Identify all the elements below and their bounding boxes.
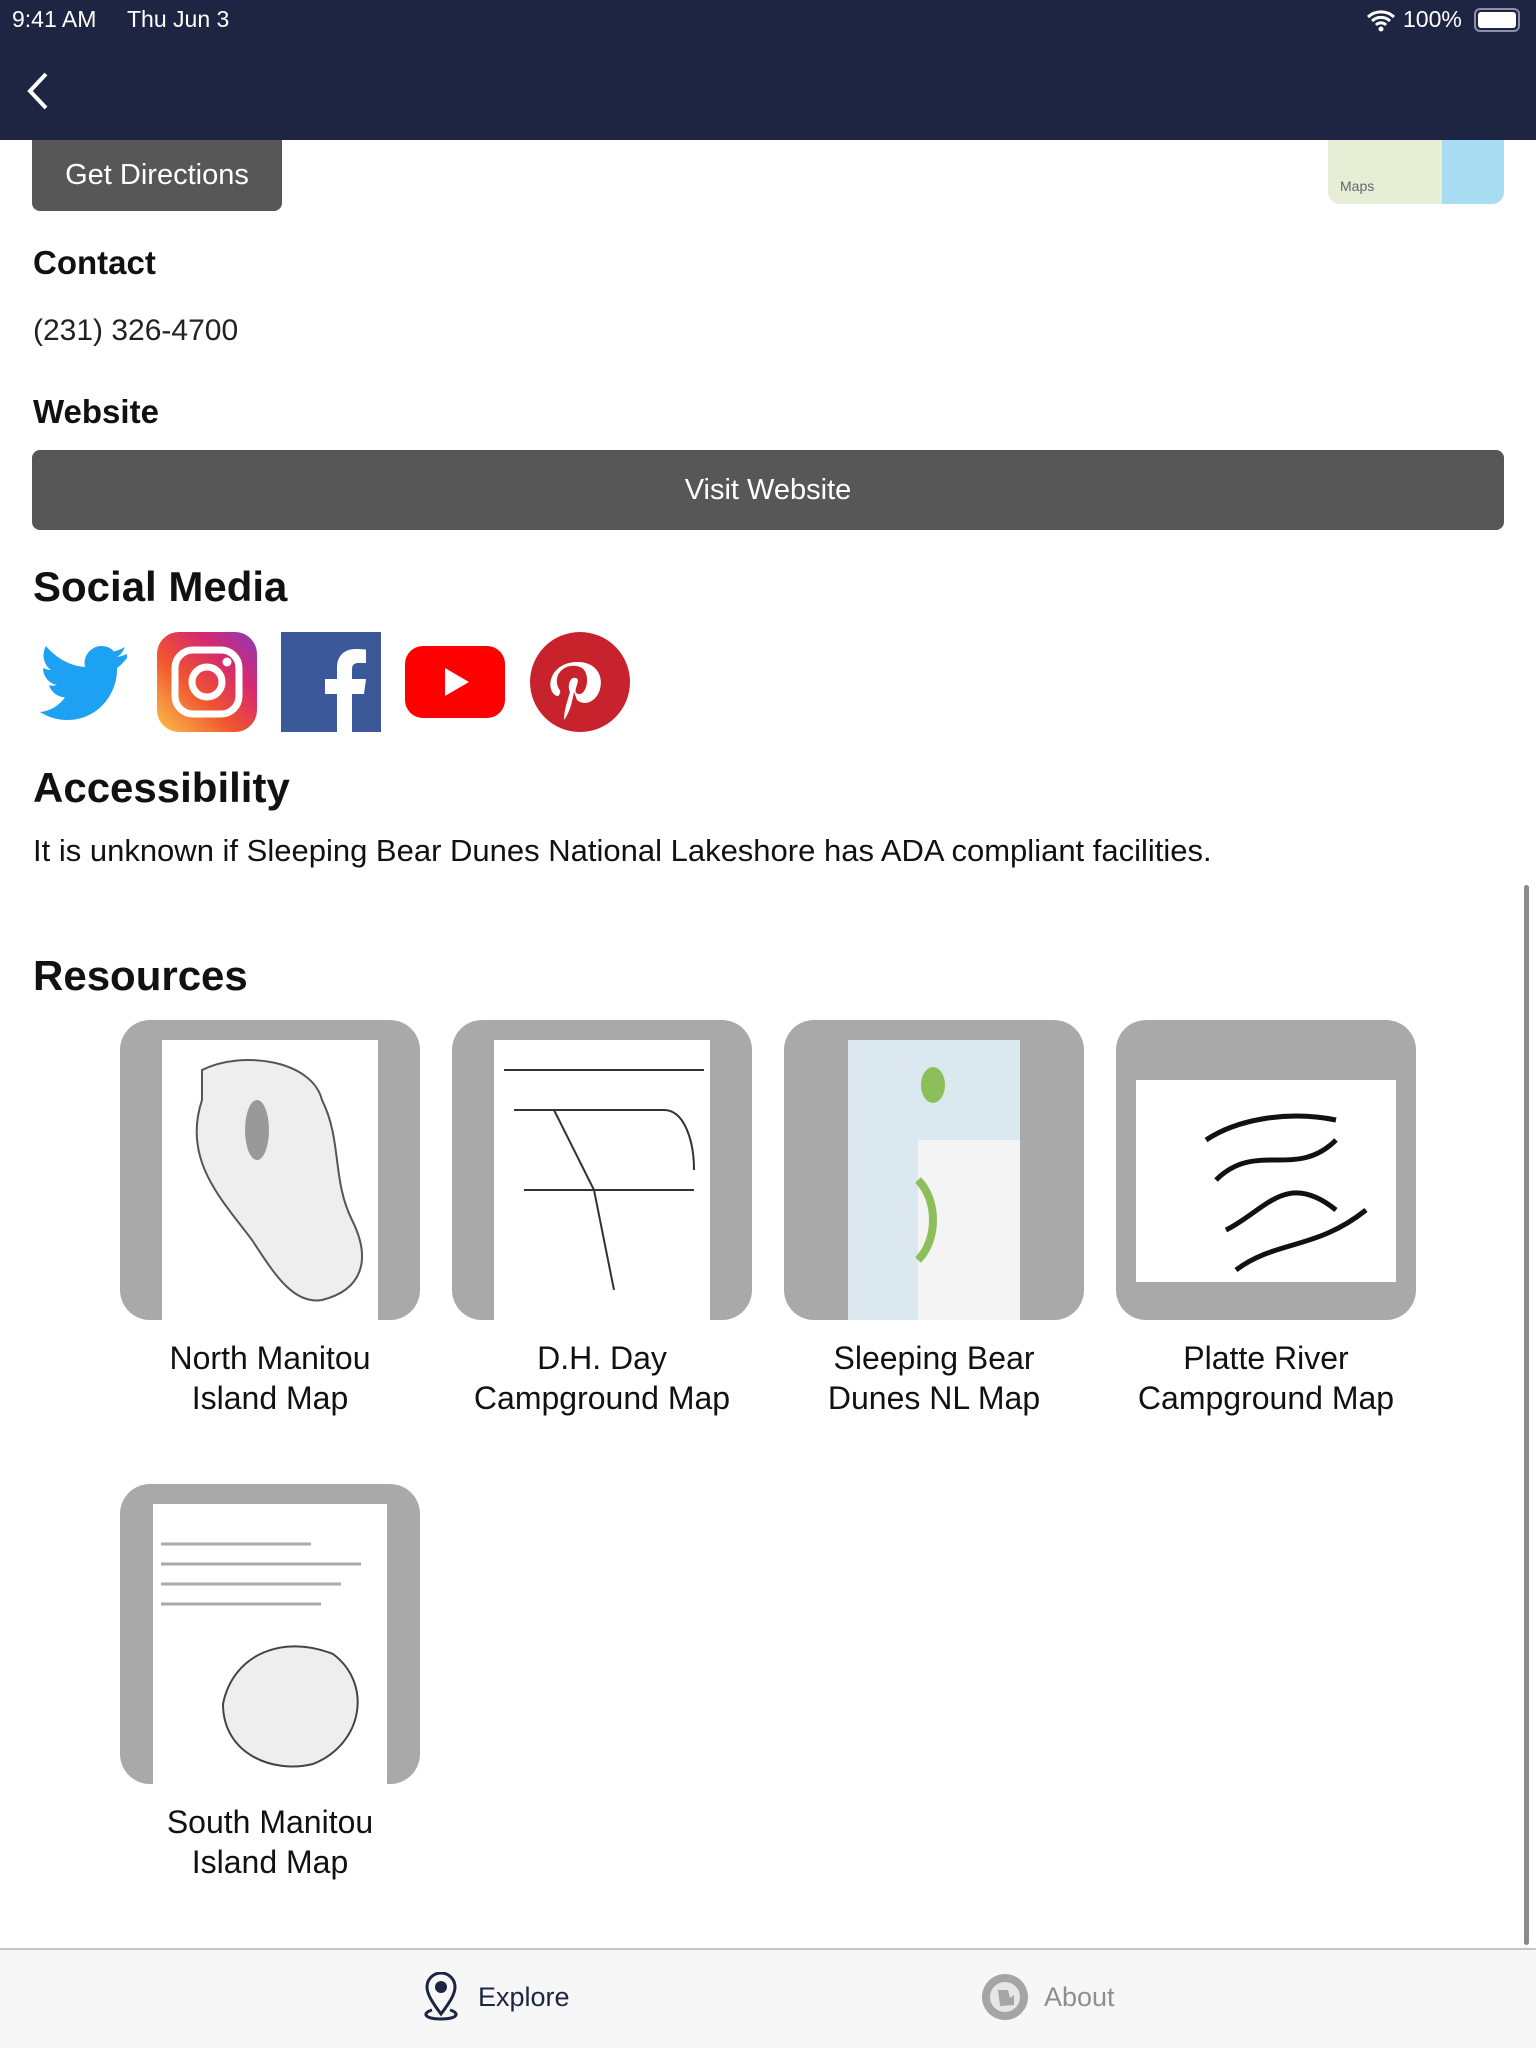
get-directions-button[interactable]: Get Directions xyxy=(32,140,282,211)
map-thumbnail xyxy=(162,1040,378,1320)
accessibility-text: It is unknown if Sleeping Bear Dunes Nat… xyxy=(33,833,1212,868)
resource-card-sleeping-bear[interactable] xyxy=(784,1020,1084,1320)
twitter-icon[interactable] xyxy=(32,632,132,732)
phone-link[interactable]: (231) 326-4700 xyxy=(33,314,238,348)
map-attribution: Maps xyxy=(1340,178,1375,194)
map-pin-icon xyxy=(424,1972,458,2021)
resource-card-north-manitou[interactable] xyxy=(120,1020,420,1320)
map-thumbnail xyxy=(848,1040,1020,1320)
battery-icon xyxy=(1474,8,1520,32)
resource-label[interactable]: North Manitou Island Map xyxy=(104,1338,436,1418)
social-media-heading: Social Media xyxy=(33,563,288,610)
facebook-icon[interactable] xyxy=(281,632,381,732)
chevron-left-icon[interactable] xyxy=(22,70,52,112)
map-preview[interactable]: Maps xyxy=(1328,140,1504,204)
pinterest-icon[interactable] xyxy=(530,632,630,732)
explore-michigan-badge-icon xyxy=(982,1974,1028,2020)
tab-label: About xyxy=(1044,1981,1115,2012)
resource-card-south-manitou[interactable] xyxy=(120,1484,420,1784)
resource-label[interactable]: D.H. Day Campground Map xyxy=(436,1338,768,1418)
scrollbar[interactable] xyxy=(1524,885,1529,1945)
tab-about[interactable]: About xyxy=(980,1972,1115,2022)
tab-label: Explore xyxy=(478,1981,570,2012)
status-date: Thu Jun 3 xyxy=(127,6,230,32)
instagram-icon[interactable] xyxy=(157,632,257,732)
navigation-bar: 9:41 AM Thu Jun 3 100% xyxy=(0,0,1536,140)
resource-card-dh-day[interactable] xyxy=(452,1020,752,1320)
wifi-icon xyxy=(1366,10,1396,32)
map-thumbnail xyxy=(494,1040,710,1320)
status-time: 9:41 AM xyxy=(12,6,97,32)
resource-label[interactable]: Platte River Campground Map xyxy=(1100,1338,1432,1418)
website-heading: Website xyxy=(33,393,159,430)
resources-heading: Resources xyxy=(33,952,248,999)
resource-label[interactable]: Sleeping Bear Dunes NL Map xyxy=(768,1338,1100,1418)
map-thumbnail xyxy=(153,1504,387,1784)
resource-label[interactable]: South Manitou Island Map xyxy=(104,1802,436,1882)
visit-website-button[interactable]: Visit Website xyxy=(32,450,1504,530)
tab-explore[interactable]: Explore xyxy=(418,1972,570,2022)
battery-percent: 100% xyxy=(1403,6,1462,32)
contact-heading: Contact xyxy=(33,244,156,281)
resource-card-platte-river[interactable] xyxy=(1116,1020,1416,1320)
youtube-icon[interactable] xyxy=(405,632,505,732)
map-thumbnail xyxy=(1136,1080,1396,1282)
tab-bar: Explore About xyxy=(0,1948,1536,2048)
accessibility-heading: Accessibility xyxy=(33,764,290,811)
